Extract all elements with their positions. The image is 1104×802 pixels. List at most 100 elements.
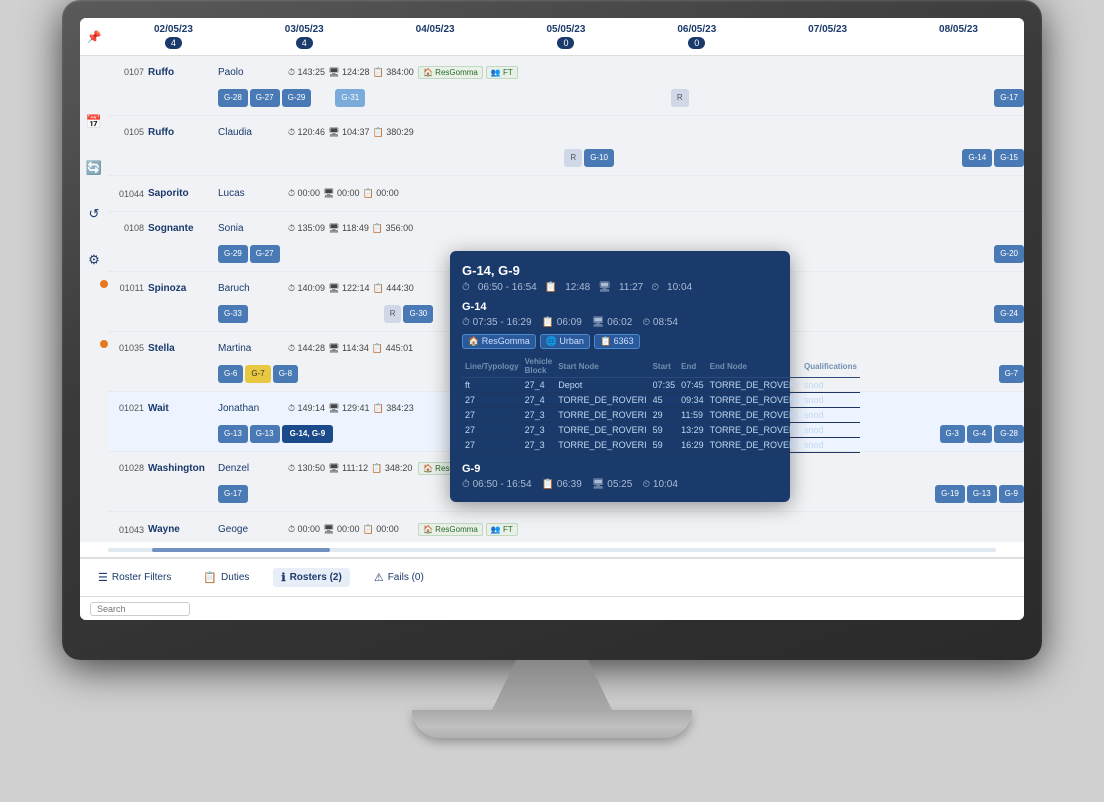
- employee-last: Stella: [148, 343, 218, 354]
- schedule-block[interactable]: G-31: [335, 89, 365, 107]
- schedule-block[interactable]: G-17: [218, 485, 248, 503]
- table-row: 27 27_4 TORRE_DE_ROVERI 45 09:34 TORRE_D…: [462, 393, 860, 408]
- date-badge-5: 0: [688, 37, 705, 49]
- schedule-block[interactable]: G-6: [218, 365, 243, 383]
- duties-label: Duties: [221, 572, 249, 583]
- popup-section2-title: G-9: [462, 463, 778, 475]
- employee-last: Ruffo: [148, 67, 218, 78]
- employee-stats: ⏱ 130:50 🖥 111:12 📋 348:20: [288, 463, 418, 474]
- schedule-block[interactable]: G-28: [218, 89, 248, 107]
- employee-stats: ⏱ 120:46 🖥 104:37 📋 380:29: [288, 127, 418, 138]
- employee-first: Paolo: [218, 67, 288, 78]
- schedule-block-yellow[interactable]: G-7: [245, 365, 270, 383]
- row-top: 0108 Sognante Sonia ⏱ 135:09 🖥 118:49 📋 …: [108, 212, 1024, 244]
- duties-button[interactable]: 📋 Duties: [195, 568, 257, 587]
- date-col-6: 07/05/23: [778, 24, 878, 49]
- schedule-block[interactable]: G-13: [250, 425, 280, 443]
- schedule-block[interactable]: G-4: [967, 425, 992, 443]
- row-schedule: G-28 G-27 G-29 G-31 R G-17: [108, 88, 1024, 110]
- schedule-block[interactable]: G-3: [940, 425, 965, 443]
- popup-section-g14: G-14 ⏱ 07:35 - 16:29 📋 06:09 🖥 06:02 ⏲ 0…: [462, 301, 778, 453]
- schedule-block[interactable]: G-7: [999, 365, 1024, 383]
- rosters-label: Rosters (2): [290, 572, 342, 583]
- schedule-block[interactable]: G-14: [962, 149, 992, 167]
- employee-first: Claudia: [218, 127, 288, 138]
- popup-stat1-icon: 📋: [545, 282, 557, 293]
- date-badge-1: 4: [165, 37, 182, 49]
- employee-stats: ⏱ 143:25 🖥 124:28 📋 384:00: [288, 67, 418, 78]
- schedule-block[interactable]: G-30: [403, 305, 433, 323]
- scrollbar-thumb[interactable]: [152, 548, 330, 552]
- date-badge-2: 4: [296, 37, 313, 49]
- schedule-block-r: R: [671, 89, 689, 107]
- employee-first: Sonia: [218, 223, 288, 234]
- schedule-block[interactable]: G-29: [282, 89, 312, 107]
- date-col-5: 06/05/23 0: [647, 24, 747, 49]
- popup-title: G-14, G-9: [462, 263, 778, 278]
- fails-icon: ⚠: [374, 571, 384, 584]
- timeline-scroll[interactable]: [80, 542, 1024, 558]
- table-row: 01044 Saporito Lucas ⏱ 00:00 🖥 00:00 📋 0…: [108, 176, 1024, 212]
- table-row: ft 27_4 Depot 07:35 07:45 TORRE_DE_ROVER…: [462, 378, 860, 393]
- schedule-block[interactable]: G-27: [250, 89, 280, 107]
- date-label-1: 02/05/23: [154, 24, 193, 35]
- schedule-block-active[interactable]: G-14, G-9: [282, 425, 334, 443]
- employee-tags: 🏠 ResGomma 👥 FT: [418, 523, 518, 536]
- monitor-stand-base: [412, 710, 692, 738]
- rosters-icon: ℹ: [281, 571, 285, 584]
- search-input[interactable]: [90, 602, 190, 616]
- duties-icon: 📋: [203, 571, 217, 584]
- date-label-2: 03/05/23: [285, 24, 324, 35]
- rosters-button[interactable]: ℹ Rosters (2): [273, 568, 349, 587]
- settings-icon[interactable]: ⚙: [88, 252, 100, 268]
- table-row: 27 27_3 TORRE_DE_ROVERI 59 16:29 TORRE_D…: [462, 438, 860, 453]
- schedule-block[interactable]: G-15: [994, 149, 1024, 167]
- timeline-header: 📌 02/05/23 4 03/05/23 4 04/05/23: [80, 18, 1024, 56]
- calendar-icon[interactable]: 📅: [86, 114, 102, 130]
- schedule-block[interactable]: G-24: [994, 305, 1024, 323]
- pin-icon: 📌: [80, 30, 108, 44]
- roster-filters-button[interactable]: ☰ Roster Filters: [90, 568, 179, 587]
- popup-table: Line/Typology Vehicle Block Start Node S…: [462, 355, 860, 453]
- schedule-block[interactable]: G-13: [967, 485, 997, 503]
- col-end: End: [678, 355, 707, 378]
- screen: 📌 02/05/23 4 03/05/23 4 04/05/23: [80, 18, 1024, 620]
- sidebar-icons: 📅 🔄 ↺ ⚙: [80, 94, 108, 558]
- schedule-block[interactable]: G-33: [218, 305, 248, 323]
- row-top: 0107 Ruffo Paolo ⏱ 143:25 🖥 124:28 📋 384…: [108, 56, 1024, 88]
- schedule-block[interactable]: G-9: [999, 485, 1024, 503]
- schedule-block-r: R: [384, 305, 402, 323]
- schedule-block[interactable]: G-29: [218, 245, 248, 263]
- employee-first: Denzel: [218, 463, 288, 474]
- roster-icon[interactable]: 🔄: [86, 160, 102, 176]
- employee-last: Ruffo: [148, 127, 218, 138]
- employee-last: Saporito: [148, 188, 218, 199]
- employee-id: 01043: [108, 525, 148, 535]
- schedule-block[interactable]: G-17: [994, 89, 1024, 107]
- employee-last: Sognante: [148, 223, 218, 234]
- employee-stats: ⏱ 00:00 🖥 00:00 📋 00:00: [288, 524, 418, 535]
- schedule-block[interactable]: G-28: [994, 425, 1024, 443]
- employee-stats: ⏱ 00:00 🖥 00:00 📋 00:00: [288, 188, 418, 199]
- schedule-block[interactable]: G-8: [273, 365, 298, 383]
- schedule-detail-popup: G-14, G-9 ⏱ 06:50 - 16:54 📋 12:48 🖥 11:2…: [450, 251, 790, 502]
- schedule-block[interactable]: G-27: [250, 245, 280, 263]
- schedule-block[interactable]: G-20: [994, 245, 1024, 263]
- filter-icon: ☰: [98, 571, 108, 584]
- schedule-block[interactable]: G-19: [935, 485, 965, 503]
- popup-time-range: 06:50 - 16:54: [478, 282, 537, 293]
- table-row: 0107 Ruffo Paolo ⏱ 143:25 🖥 124:28 📋 384…: [108, 56, 1024, 116]
- schedule-block[interactable]: G-13: [218, 425, 248, 443]
- popup-clock-icon: ⏱: [462, 282, 470, 293]
- employee-stats: ⏱ 149:14 🖥 129:41 📋 384:23: [288, 403, 418, 414]
- employee-first: Jonathan: [218, 403, 288, 414]
- employee-id: 01011: [108, 283, 148, 293]
- app-container: 📌 02/05/23 4 03/05/23 4 04/05/23: [80, 18, 1024, 620]
- fails-button[interactable]: ⚠ Fails (0): [366, 568, 432, 587]
- schedule-block[interactable]: G-10: [584, 149, 614, 167]
- schedule-blocks: G-28 G-27 G-29 G-31 R G-17: [218, 87, 1024, 109]
- refresh-icon[interactable]: ↺: [89, 206, 100, 222]
- timeline-scrollbar[interactable]: [108, 548, 996, 552]
- popup-tag-urban: 🌐 Urban: [540, 334, 590, 349]
- schedule-block-r: R: [564, 149, 582, 167]
